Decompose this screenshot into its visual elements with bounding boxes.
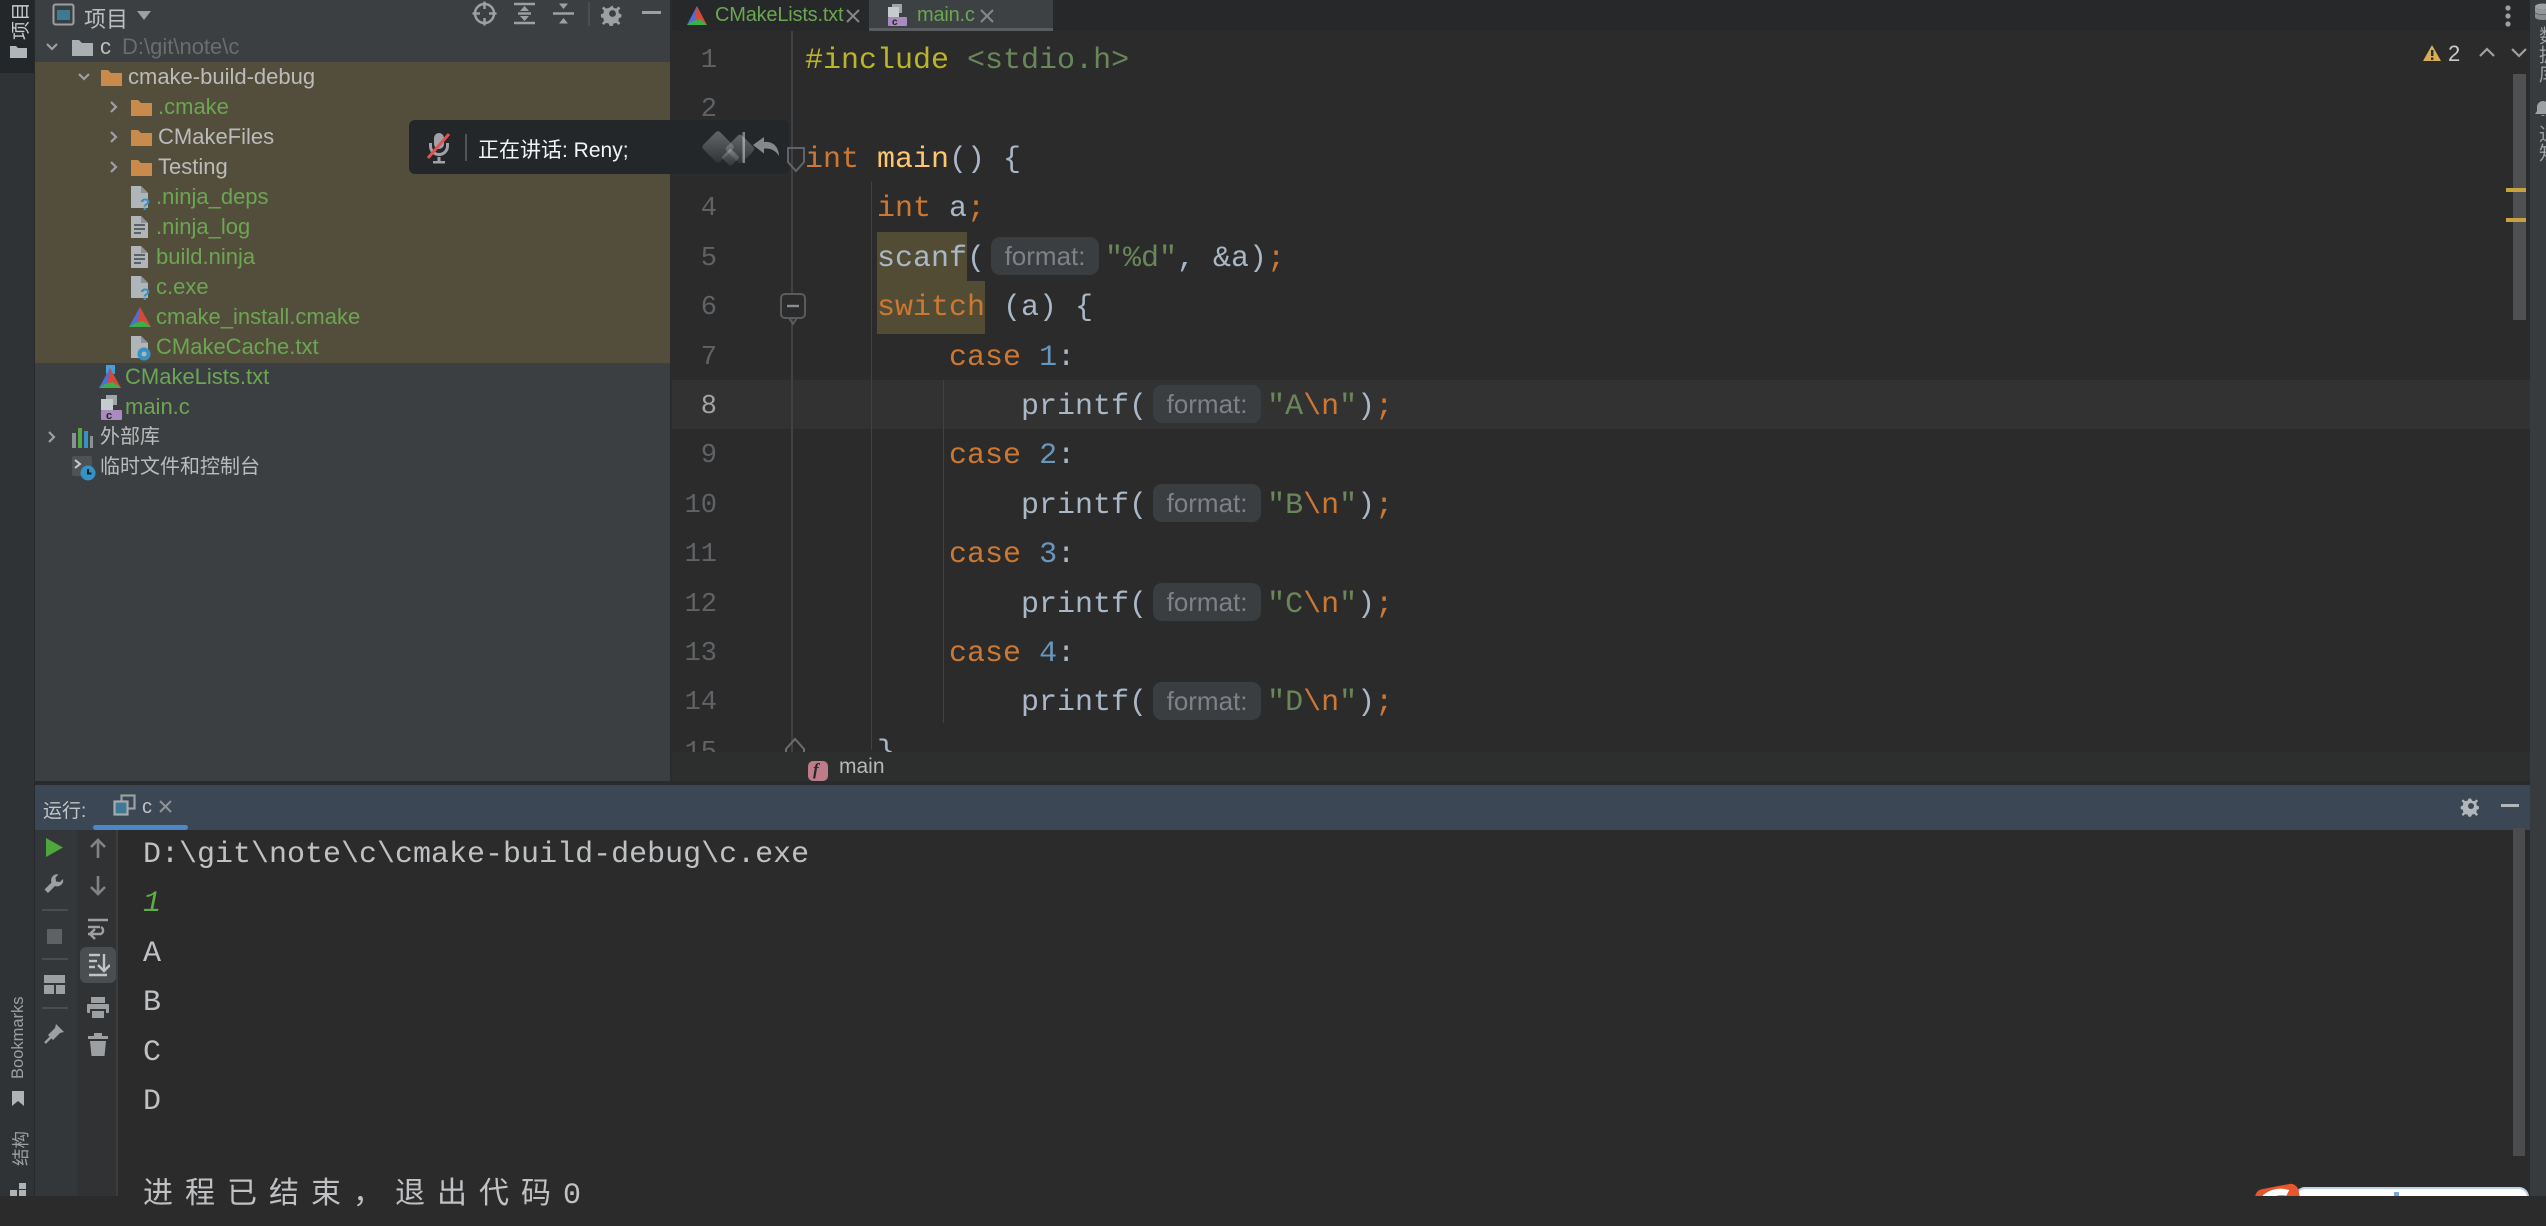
svg-text:c: c (106, 410, 112, 421)
svg-text:c: c (892, 17, 898, 28)
svg-text:?: ? (140, 285, 150, 301)
svg-text:?: ? (140, 195, 150, 211)
